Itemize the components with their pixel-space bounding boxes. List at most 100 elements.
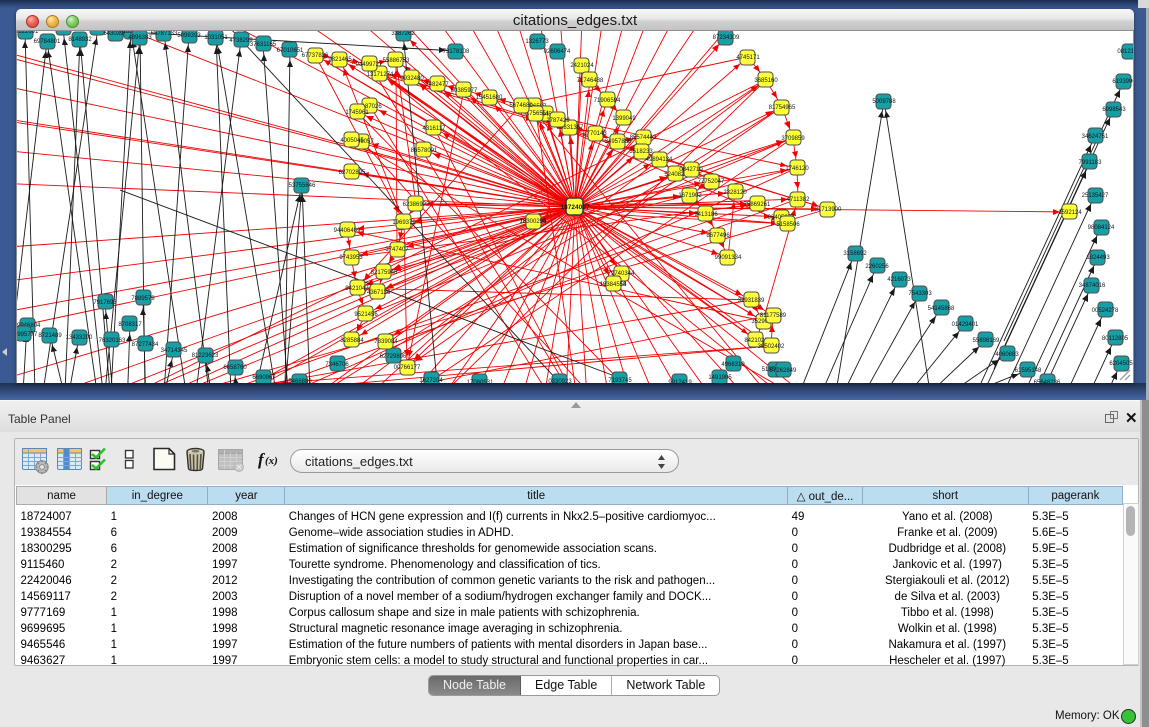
svg-text:18300295: 18300295 — [520, 219, 547, 225]
svg-text:34624751: 34624751 — [1082, 134, 1109, 140]
svg-text:61595148: 61595148 — [1015, 368, 1042, 374]
svg-text:6690967: 6690967 — [252, 375, 276, 381]
svg-text:7991183: 7991183 — [1079, 160, 1103, 166]
svg-text:4216073: 4216073 — [887, 277, 911, 283]
svg-text:7346706: 7346706 — [325, 362, 349, 368]
svg-text:5009788: 5009788 — [872, 99, 896, 105]
svg-text:0330923: 0330923 — [548, 379, 572, 383]
svg-text:1969379: 1969379 — [392, 220, 416, 226]
svg-text:34714345: 34714345 — [161, 348, 188, 354]
svg-text:4745171: 4745171 — [736, 55, 760, 61]
svg-text:1491905: 1491905 — [708, 375, 732, 381]
svg-text:85574443: 85574443 — [630, 135, 657, 141]
svg-text:32931839: 32931839 — [738, 298, 765, 304]
svg-text:87234309: 87234309 — [713, 35, 740, 41]
svg-text:1627204: 1627204 — [419, 378, 443, 383]
svg-text:81177589: 81177589 — [760, 313, 787, 319]
svg-text:13433200: 13433200 — [66, 335, 93, 341]
svg-text:1746120: 1746120 — [785, 166, 809, 172]
svg-text:98084124: 98084124 — [1088, 225, 1115, 231]
svg-text:3518233: 3518233 — [629, 149, 653, 155]
svg-text:71746488: 71746488 — [577, 78, 604, 84]
svg-text:5098393: 5098393 — [177, 33, 201, 39]
svg-text:04499727: 04499727 — [356, 62, 383, 68]
svg-text:02606474: 02606474 — [544, 49, 571, 55]
svg-text:25135427: 25135427 — [1082, 193, 1109, 199]
svg-text:62386922: 62386922 — [403, 202, 430, 208]
svg-text:65648236: 65648236 — [1034, 380, 1061, 383]
svg-text:1326773: 1326773 — [525, 39, 549, 45]
svg-text:1745961: 1745961 — [345, 110, 369, 116]
svg-text:62729806: 62729806 — [380, 354, 407, 360]
svg-text:99091334: 99091334 — [715, 255, 742, 261]
svg-text:73178108: 73178108 — [443, 49, 470, 55]
svg-text:2421024: 2421024 — [570, 63, 594, 69]
svg-text:76320163: 76320163 — [99, 338, 126, 344]
svg-text:0842710: 0842710 — [679, 167, 703, 173]
svg-text:0812191: 0812191 — [1117, 49, 1134, 55]
svg-text:10122691: 10122691 — [17, 31, 39, 35]
svg-text:3285884: 3285884 — [340, 338, 364, 344]
svg-text:5158506: 5158506 — [776, 222, 800, 228]
svg-text:8148932: 8148932 — [68, 37, 92, 43]
svg-text:53755646: 53755646 — [289, 183, 316, 189]
svg-text:3747407: 3747407 — [385, 247, 409, 253]
svg-text:3685160: 3685160 — [754, 78, 778, 84]
svg-text:4005045: 4005045 — [340, 138, 364, 144]
svg-text:6193990: 6193990 — [1112, 79, 1134, 85]
svg-text:7889579: 7889579 — [131, 296, 155, 302]
svg-text:34874016: 34874016 — [1079, 283, 1106, 289]
svg-text:6658760: 6658760 — [223, 365, 247, 371]
svg-text:9421047: 9421047 — [345, 286, 369, 292]
svg-text:17080531: 17080531 — [467, 380, 494, 383]
svg-text:2787429: 2787429 — [546, 118, 570, 124]
svg-text:4966319: 4966319 — [721, 362, 745, 368]
svg-text:69784801: 69784801 — [34, 39, 61, 45]
svg-text:1824493: 1824493 — [1086, 255, 1110, 261]
svg-text:7193745: 7193745 — [608, 378, 632, 383]
svg-text:0932480: 0932480 — [400, 76, 424, 82]
svg-text:4316117: 4316117 — [423, 126, 447, 132]
svg-text:49894134: 49894134 — [646, 157, 673, 163]
svg-text:7770143: 7770143 — [583, 131, 607, 137]
svg-text:51462704: 51462704 — [50, 31, 77, 32]
svg-text:00766177: 00766177 — [394, 365, 421, 371]
svg-text:31713900: 31713900 — [815, 207, 842, 213]
svg-text:94406409: 94406409 — [334, 228, 361, 234]
svg-text:1399049: 1399049 — [612, 116, 636, 122]
svg-text:54145868: 54145868 — [928, 306, 955, 312]
svg-text:9413186: 9413186 — [694, 212, 718, 218]
svg-text:19384554: 19384554 — [600, 282, 627, 288]
svg-text:3158692: 3158692 — [843, 251, 867, 257]
svg-text:9821465: 9821465 — [328, 57, 352, 63]
svg-text:67737826: 67737826 — [302, 53, 329, 59]
svg-text:2260256: 2260256 — [865, 264, 889, 270]
svg-text:(x): (x) — [265, 455, 278, 467]
svg-text:9912419: 9912419 — [668, 380, 692, 383]
svg-text:8721489: 8721489 — [38, 333, 62, 339]
svg-text:1592124: 1592124 — [1058, 210, 1082, 216]
svg-text:65787133: 65787133 — [151, 31, 178, 37]
svg-text:80112805: 80112805 — [1102, 336, 1129, 342]
svg-text:4896383: 4896383 — [128, 35, 152, 41]
svg-text:7917693: 7917693 — [93, 300, 117, 306]
svg-text:8708317: 8708317 — [118, 322, 142, 328]
svg-text:15451680: 15451680 — [476, 95, 503, 101]
svg-text:4060883: 4060883 — [995, 352, 1019, 358]
svg-text:81754965: 81754965 — [769, 105, 796, 111]
svg-text:60385977: 60385977 — [451, 88, 478, 94]
svg-text:75869261: 75869261 — [744, 202, 771, 208]
svg-text:87277434: 87277434 — [132, 342, 159, 348]
svg-text:62702895: 62702895 — [339, 170, 366, 176]
svg-text:9743953: 9743953 — [339, 255, 363, 261]
svg-text:3387262: 3387262 — [391, 31, 415, 37]
svg-text:3482477: 3482477 — [425, 82, 449, 88]
svg-text:39502402: 39502402 — [758, 344, 785, 350]
svg-text:81223623: 81223623 — [192, 353, 219, 359]
svg-text:82175946: 82175946 — [371, 270, 398, 276]
svg-text:8677496: 8677496 — [706, 233, 730, 239]
svg-text:00524278: 00524278 — [1092, 308, 1119, 314]
svg-text:01429401: 01429401 — [952, 322, 979, 328]
svg-text:9521456: 9521456 — [354, 312, 378, 318]
svg-text:7543303: 7543303 — [908, 291, 932, 297]
